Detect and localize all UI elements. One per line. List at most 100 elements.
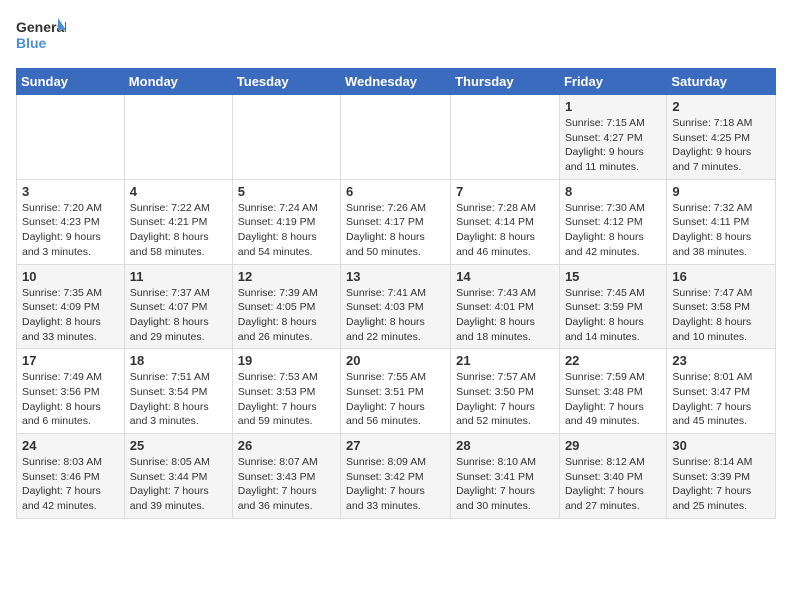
day-number: 25 bbox=[130, 438, 227, 453]
calendar-week-row: 10 Sunrise: 7:35 AM Sunset: 4:09 PM Dayli… bbox=[17, 264, 776, 349]
calendar-day-cell bbox=[451, 95, 560, 180]
calendar-week-row: 24 Sunrise: 8:03 AM Sunset: 3:46 PM Dayli… bbox=[17, 434, 776, 519]
calendar-day-cell: 12 Sunrise: 7:39 AM Sunset: 4:05 PM Dayli… bbox=[232, 264, 340, 349]
day-info: Sunrise: 7:43 AM Sunset: 4:01 PM Dayligh… bbox=[456, 286, 554, 345]
calendar-day-cell: 4 Sunrise: 7:22 AM Sunset: 4:21 PM Daylig… bbox=[124, 179, 232, 264]
day-info: Sunrise: 8:12 AM Sunset: 3:40 PM Dayligh… bbox=[565, 455, 661, 514]
header-day: Tuesday bbox=[232, 69, 340, 95]
day-info: Sunrise: 7:41 AM Sunset: 4:03 PM Dayligh… bbox=[346, 286, 445, 345]
calendar-day-cell: 21 Sunrise: 7:57 AM Sunset: 3:50 PM Dayli… bbox=[451, 349, 560, 434]
day-number: 13 bbox=[346, 269, 445, 284]
calendar-day-cell: 13 Sunrise: 7:41 AM Sunset: 4:03 PM Dayli… bbox=[341, 264, 451, 349]
calendar-table: SundayMondayTuesdayWednesdayThursdayFrid… bbox=[16, 68, 776, 519]
day-info: Sunrise: 8:05 AM Sunset: 3:44 PM Dayligh… bbox=[130, 455, 227, 514]
calendar-day-cell bbox=[232, 95, 340, 180]
day-number: 23 bbox=[672, 353, 770, 368]
calendar-day-cell: 27 Sunrise: 8:09 AM Sunset: 3:42 PM Dayli… bbox=[341, 434, 451, 519]
page-header: General Blue bbox=[16, 16, 776, 60]
calendar-day-cell: 30 Sunrise: 8:14 AM Sunset: 3:39 PM Dayli… bbox=[667, 434, 776, 519]
header-day: Sunday bbox=[17, 69, 125, 95]
calendar-day-cell: 15Sunrise: 7:45 AM Sunset: 3:59 PM Dayli… bbox=[559, 264, 666, 349]
day-number: 30 bbox=[672, 438, 770, 453]
calendar-day-cell: 14 Sunrise: 7:43 AM Sunset: 4:01 PM Dayli… bbox=[451, 264, 560, 349]
day-number: 6 bbox=[346, 184, 445, 199]
calendar-day-cell: 3Sunrise: 7:20 AM Sunset: 4:23 PM Daylig… bbox=[17, 179, 125, 264]
day-number: 8 bbox=[565, 184, 661, 199]
svg-text:Blue: Blue bbox=[16, 35, 47, 51]
day-info: Sunrise: 7:32 AM Sunset: 4:11 PM Dayligh… bbox=[672, 201, 770, 260]
calendar-day-cell: 17Sunrise: 7:49 AM Sunset: 3:56 PM Dayli… bbox=[17, 349, 125, 434]
day-number: 5 bbox=[238, 184, 335, 199]
day-info: Sunrise: 8:14 AM Sunset: 3:39 PM Dayligh… bbox=[672, 455, 770, 514]
day-info: Sunrise: 7:47 AM Sunset: 3:58 PM Dayligh… bbox=[672, 286, 770, 345]
day-number: 24 bbox=[22, 438, 119, 453]
day-info: Sunrise: 8:03 AM Sunset: 3:46 PM Dayligh… bbox=[22, 455, 119, 514]
day-number: 7 bbox=[456, 184, 554, 199]
day-info: Sunrise: 8:10 AM Sunset: 3:41 PM Dayligh… bbox=[456, 455, 554, 514]
day-info: Sunrise: 8:01 AM Sunset: 3:47 PM Dayligh… bbox=[672, 370, 770, 429]
day-info: Sunrise: 7:22 AM Sunset: 4:21 PM Dayligh… bbox=[130, 201, 227, 260]
calendar-header: SundayMondayTuesdayWednesdayThursdayFrid… bbox=[17, 69, 776, 95]
day-info: Sunrise: 7:24 AM Sunset: 4:19 PM Dayligh… bbox=[238, 201, 335, 260]
day-number: 4 bbox=[130, 184, 227, 199]
calendar-day-cell: 2 Sunrise: 7:18 AM Sunset: 4:25 PM Daylig… bbox=[667, 95, 776, 180]
calendar-day-cell: 25 Sunrise: 8:05 AM Sunset: 3:44 PM Dayli… bbox=[124, 434, 232, 519]
day-number: 2 bbox=[672, 99, 770, 114]
calendar-day-cell bbox=[17, 95, 125, 180]
day-info: Sunrise: 7:15 AM Sunset: 4:27 PM Dayligh… bbox=[565, 116, 661, 175]
day-number: 16 bbox=[672, 269, 770, 284]
header-day: Friday bbox=[559, 69, 666, 95]
day-number: 26 bbox=[238, 438, 335, 453]
logo: General Blue bbox=[16, 16, 66, 60]
day-number: 14 bbox=[456, 269, 554, 284]
day-info: Sunrise: 7:51 AM Sunset: 3:54 PM Dayligh… bbox=[130, 370, 227, 429]
header-day: Wednesday bbox=[341, 69, 451, 95]
calendar-body: 1 Sunrise: 7:15 AM Sunset: 4:27 PM Daylig… bbox=[17, 95, 776, 519]
day-number: 1 bbox=[565, 99, 661, 114]
calendar-day-cell: 16 Sunrise: 7:47 AM Sunset: 3:58 PM Dayli… bbox=[667, 264, 776, 349]
day-info: Sunrise: 7:30 AM Sunset: 4:12 PM Dayligh… bbox=[565, 201, 661, 260]
calendar-day-cell: 28 Sunrise: 8:10 AM Sunset: 3:41 PM Dayli… bbox=[451, 434, 560, 519]
day-number: 12 bbox=[238, 269, 335, 284]
day-number: 10 bbox=[22, 269, 119, 284]
day-info: Sunrise: 7:18 AM Sunset: 4:25 PM Dayligh… bbox=[672, 116, 770, 175]
day-info: Sunrise: 8:07 AM Sunset: 3:43 PM Dayligh… bbox=[238, 455, 335, 514]
calendar-day-cell bbox=[341, 95, 451, 180]
day-info: Sunrise: 7:45 AM Sunset: 3:59 PM Dayligh… bbox=[565, 286, 661, 345]
calendar-week-row: 1 Sunrise: 7:15 AM Sunset: 4:27 PM Daylig… bbox=[17, 95, 776, 180]
day-info: Sunrise: 7:28 AM Sunset: 4:14 PM Dayligh… bbox=[456, 201, 554, 260]
calendar-day-cell: 10 Sunrise: 7:35 AM Sunset: 4:09 PM Dayli… bbox=[17, 264, 125, 349]
day-number: 21 bbox=[456, 353, 554, 368]
header-day: Saturday bbox=[667, 69, 776, 95]
calendar-day-cell: 5 Sunrise: 7:24 AM Sunset: 4:19 PM Daylig… bbox=[232, 179, 340, 264]
calendar-week-row: 3Sunrise: 7:20 AM Sunset: 4:23 PM Daylig… bbox=[17, 179, 776, 264]
calendar-day-cell: 7 Sunrise: 7:28 AM Sunset: 4:14 PM Daylig… bbox=[451, 179, 560, 264]
day-number: 9 bbox=[672, 184, 770, 199]
day-number: 22 bbox=[565, 353, 661, 368]
day-info: Sunrise: 7:39 AM Sunset: 4:05 PM Dayligh… bbox=[238, 286, 335, 345]
day-number: 18 bbox=[130, 353, 227, 368]
logo-svg: General Blue bbox=[16, 16, 66, 60]
day-info: Sunrise: 7:57 AM Sunset: 3:50 PM Dayligh… bbox=[456, 370, 554, 429]
day-info: Sunrise: 7:26 AM Sunset: 4:17 PM Dayligh… bbox=[346, 201, 445, 260]
day-number: 19 bbox=[238, 353, 335, 368]
calendar-day-cell: 6 Sunrise: 7:26 AM Sunset: 4:17 PM Daylig… bbox=[341, 179, 451, 264]
calendar-day-cell: 29 Sunrise: 8:12 AM Sunset: 3:40 PM Dayli… bbox=[559, 434, 666, 519]
calendar-day-cell: 11Sunrise: 7:37 AM Sunset: 4:07 PM Dayli… bbox=[124, 264, 232, 349]
day-number: 28 bbox=[456, 438, 554, 453]
calendar-day-cell: 26 Sunrise: 8:07 AM Sunset: 3:43 PM Dayli… bbox=[232, 434, 340, 519]
calendar-day-cell: 22Sunrise: 7:59 AM Sunset: 3:48 PM Dayli… bbox=[559, 349, 666, 434]
day-number: 29 bbox=[565, 438, 661, 453]
day-number: 27 bbox=[346, 438, 445, 453]
day-info: Sunrise: 7:37 AM Sunset: 4:07 PM Dayligh… bbox=[130, 286, 227, 345]
calendar-week-row: 17Sunrise: 7:49 AM Sunset: 3:56 PM Dayli… bbox=[17, 349, 776, 434]
day-info: Sunrise: 7:53 AM Sunset: 3:53 PM Dayligh… bbox=[238, 370, 335, 429]
header-row: SundayMondayTuesdayWednesdayThursdayFrid… bbox=[17, 69, 776, 95]
day-info: Sunrise: 7:35 AM Sunset: 4:09 PM Dayligh… bbox=[22, 286, 119, 345]
calendar-day-cell: 9 Sunrise: 7:32 AM Sunset: 4:11 PM Daylig… bbox=[667, 179, 776, 264]
calendar-day-cell bbox=[124, 95, 232, 180]
calendar-day-cell: 20Sunrise: 7:55 AM Sunset: 3:51 PM Dayli… bbox=[341, 349, 451, 434]
calendar-day-cell: 24 Sunrise: 8:03 AM Sunset: 3:46 PM Dayli… bbox=[17, 434, 125, 519]
day-info: Sunrise: 8:09 AM Sunset: 3:42 PM Dayligh… bbox=[346, 455, 445, 514]
calendar-day-cell: 18 Sunrise: 7:51 AM Sunset: 3:54 PM Dayli… bbox=[124, 349, 232, 434]
